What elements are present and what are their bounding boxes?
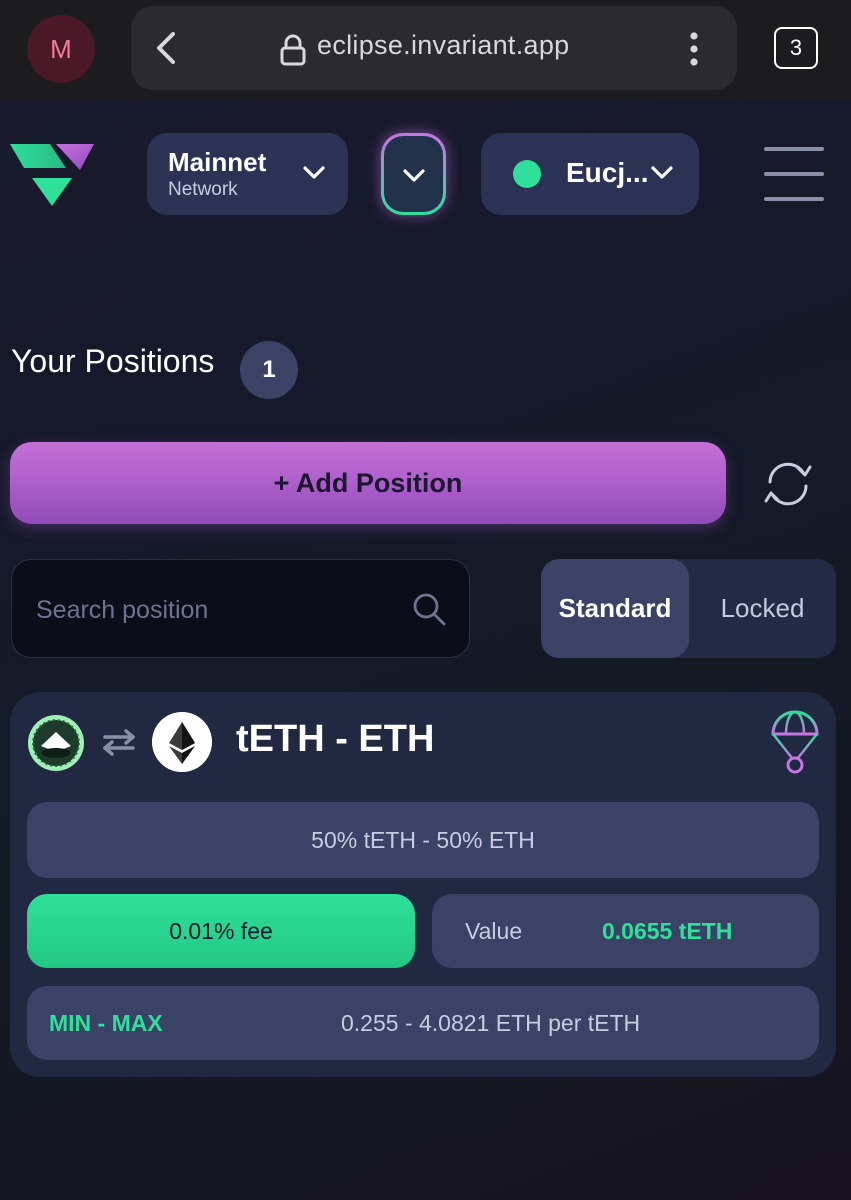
airdrop-parachute-icon[interactable] — [770, 710, 820, 774]
hamburger-menu-icon[interactable] — [764, 147, 824, 201]
browser-toolbar: M eclipse.invariant.app 3 — [0, 0, 851, 100]
url-bar[interactable]: eclipse.invariant.app — [131, 6, 737, 90]
range-value: 0.255 - 4.0821 ETH per tETH — [341, 1010, 641, 1036]
invariant-logo-icon[interactable] — [10, 142, 94, 208]
position-type-toggle: Standard Locked — [541, 559, 836, 658]
network-name: Mainnet — [168, 147, 267, 177]
chevron-down-icon — [403, 169, 425, 182]
chevron-down-icon — [651, 166, 673, 179]
more-options-icon[interactable] — [689, 32, 699, 66]
value-box: Value 0.0655 tETH — [432, 894, 819, 968]
lock-icon — [280, 34, 306, 66]
back-arrow-icon[interactable] — [151, 30, 181, 66]
price-range-box: MIN - MAX 0.255 - 4.0821 ETH per tETH — [27, 986, 819, 1060]
tab-locked[interactable]: Locked — [689, 559, 836, 658]
fee-badge: 0.01% fee — [27, 894, 415, 968]
tab-switcher-button[interactable]: 3 — [774, 27, 818, 69]
tab-standard[interactable]: Standard — [541, 559, 689, 658]
chain-selector-button[interactable] — [381, 133, 446, 215]
eth-token-icon — [152, 712, 212, 772]
search-icon[interactable] — [412, 592, 446, 626]
network-selector[interactable]: Mainnet Network — [147, 133, 348, 215]
token-ratio-bar: 50% tETH - 50% ETH — [27, 802, 819, 878]
position-card[interactable]: tETH - ETH 50% tETH - 50% ETH 0.01% fee … — [10, 692, 836, 1077]
value-label: Value — [465, 918, 523, 944]
teth-token-icon — [28, 715, 84, 771]
chevron-down-icon — [303, 166, 325, 179]
url-text[interactable]: eclipse.invariant.app — [317, 30, 569, 61]
add-position-button[interactable]: + Add Position — [10, 442, 726, 524]
pair-name: tETH - ETH — [236, 718, 435, 760]
range-label: MIN - MAX — [49, 1010, 163, 1036]
page-title: Your Positions — [11, 343, 215, 379]
search-field[interactable] — [11, 559, 470, 658]
network-label: Network — [168, 179, 238, 200]
profile-avatar[interactable]: M — [27, 15, 95, 83]
search-input[interactable] — [36, 590, 396, 630]
connected-status-dot — [513, 160, 541, 188]
positions-count-badge: 1 — [240, 341, 298, 399]
refresh-icon[interactable] — [760, 460, 816, 508]
value-amount: 0.0655 tETH — [602, 918, 733, 944]
wallet-button[interactable]: Eucj... — [481, 133, 699, 215]
wallet-address: Eucj... — [566, 157, 649, 188]
swap-arrows-icon[interactable] — [101, 728, 137, 756]
